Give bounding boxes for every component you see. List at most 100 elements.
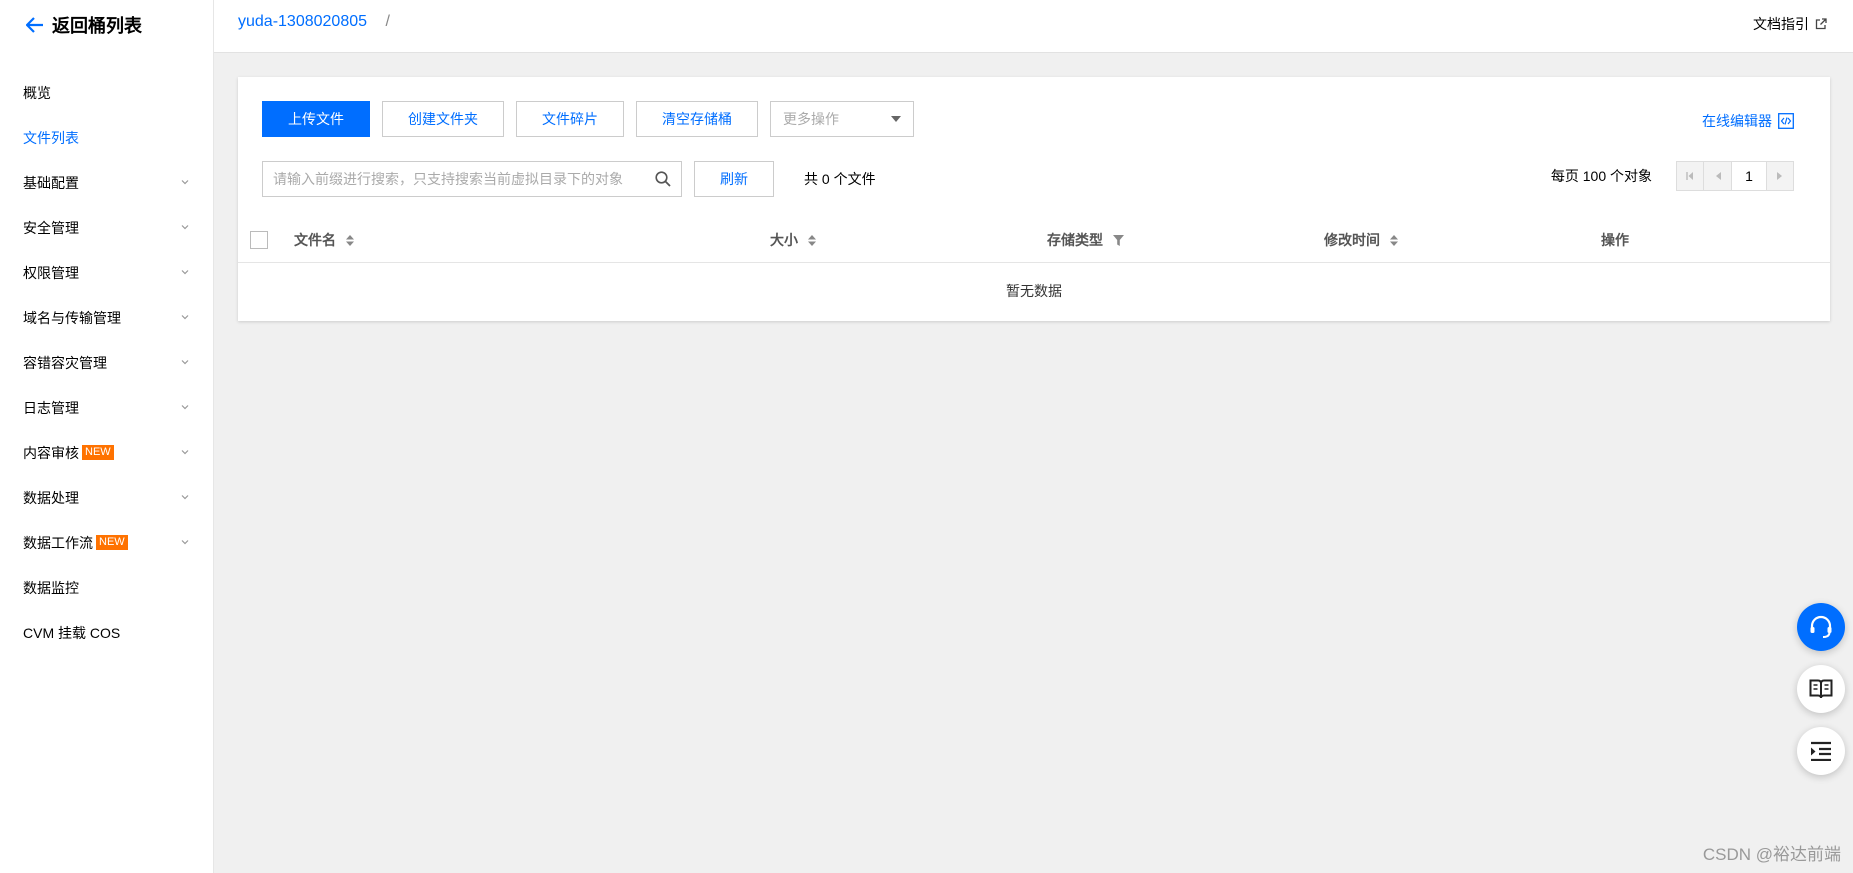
caret-down-icon	[891, 116, 901, 122]
next-page-icon	[1777, 172, 1782, 180]
column-size-label: 大小	[770, 232, 798, 248]
column-modified-time[interactable]: 修改时间	[1324, 217, 1398, 263]
search-row: 刷新 共 0 个文件	[262, 161, 876, 197]
sidebar-item-label: 域名与传输管理	[23, 309, 121, 326]
chevron-down-icon	[181, 315, 189, 320]
column-storage-class-label: 存储类型	[1047, 232, 1103, 248]
sort-icon	[1390, 234, 1398, 246]
watermark: CSDN @裕达前端	[1702, 845, 1841, 864]
sidebar-item-9[interactable]: 数据处理	[0, 475, 213, 520]
pagination: 每页 100 个对象 1	[1551, 161, 1794, 191]
prev-page-icon	[1715, 172, 1721, 180]
column-filename[interactable]: 文件名	[294, 217, 354, 263]
upload-button[interactable]: 上传文件	[262, 101, 370, 137]
sidebar-item-12[interactable]: CVM 挂载 COS	[0, 610, 213, 655]
more-actions-select[interactable]: 更多操作	[770, 101, 914, 137]
new-badge: NEW	[96, 535, 128, 550]
create-folder-button[interactable]: 创建文件夹	[382, 101, 504, 137]
sidebar-item-5[interactable]: 域名与传输管理	[0, 295, 213, 340]
sidebar-item-label: 日志管理	[23, 399, 79, 416]
outline-button[interactable]	[1797, 727, 1845, 775]
first-page-icon	[1686, 172, 1693, 180]
file-fragments-button[interactable]: 文件碎片	[516, 101, 624, 137]
sidebar-item-label: 概览	[23, 84, 51, 101]
sidebar-item-8[interactable]: 内容审核 NEW	[0, 430, 213, 475]
sidebar-item-3[interactable]: 安全管理	[0, 205, 213, 250]
sidebar-item-4[interactable]: 权限管理	[0, 250, 213, 295]
sidebar-item-1[interactable]: 文件列表	[0, 115, 213, 160]
file-count: 共 0 个文件	[804, 171, 876, 187]
breadcrumb-bucket[interactable]: yuda-1308020805	[238, 13, 367, 30]
sidebar-item-7[interactable]: 日志管理	[0, 385, 213, 430]
back-label: 返回桶列表	[52, 16, 142, 36]
next-page-button[interactable]	[1766, 161, 1794, 191]
column-actions-label: 操作	[1601, 232, 1629, 248]
online-editor-link[interactable]: 在线编辑器	[1702, 111, 1794, 131]
chevron-down-icon	[181, 360, 189, 365]
column-modified-time-label: 修改时间	[1324, 232, 1380, 248]
sidebar-item-0[interactable]: 概览	[0, 70, 213, 115]
column-filename-label: 文件名	[294, 232, 336, 248]
docs-button[interactable]	[1797, 665, 1845, 713]
sidebar-item-label: 数据工作流	[23, 534, 93, 551]
chevron-down-icon	[181, 270, 189, 275]
sidebar-item-label: 数据处理	[23, 489, 79, 506]
external-link-icon	[1815, 18, 1827, 30]
sidebar-item-label: 数据监控	[23, 579, 79, 596]
topbar: yuda-1308020805 / 文档指引	[214, 0, 1853, 53]
toolbar: 上传文件 创建文件夹 文件碎片 清空存储桶 更多操作	[262, 101, 914, 137]
column-size[interactable]: 大小	[770, 217, 816, 263]
chevron-down-icon	[181, 225, 189, 230]
clear-bucket-button[interactable]: 清空存储桶	[636, 101, 758, 137]
first-page-button[interactable]	[1676, 161, 1704, 191]
breadcrumb-separator: /	[385, 13, 390, 30]
sidebar-item-6[interactable]: 容错容灾管理	[0, 340, 213, 385]
column-storage-class[interactable]: 存储类型	[1047, 217, 1124, 263]
sidebar-item-11[interactable]: 数据监控	[0, 565, 213, 610]
arrow-left-icon	[26, 17, 43, 33]
chevron-down-icon	[181, 405, 189, 410]
refresh-button[interactable]: 刷新	[694, 161, 774, 197]
chevron-down-icon	[181, 450, 189, 455]
more-actions-label: 更多操作	[783, 111, 839, 127]
sidebar: 返回桶列表 概览文件列表基础配置安全管理权限管理域名与传输管理 容错容灾管理 日志管…	[0, 0, 214, 873]
chevron-down-icon	[181, 495, 189, 500]
indent-list-icon	[1811, 741, 1831, 761]
sidebar-item-label: 内容审核	[23, 444, 79, 461]
sort-icon	[346, 234, 354, 246]
breadcrumb: yuda-1308020805 /	[238, 13, 390, 31]
online-editor-label: 在线编辑器	[1702, 113, 1772, 129]
sidebar-item-label: 基础配置	[23, 174, 79, 191]
chevron-down-icon	[181, 540, 189, 545]
file-list-card: 上传文件 创建文件夹 文件碎片 清空存储桶 更多操作 在线编辑器 刷新 共 0 …	[238, 77, 1830, 321]
doc-guide-label: 文档指引	[1753, 16, 1809, 32]
sort-icon	[808, 234, 816, 246]
filter-icon	[1113, 234, 1124, 246]
sidebar-menu: 概览 文件列表 基础配置 安全管理 权限管理 域名与传输管理 容错容灾管理 日志管理 内容审核 N…	[0, 70, 213, 655]
open-book-icon	[1809, 679, 1833, 699]
search-icon[interactable]	[655, 171, 671, 187]
support-button[interactable]	[1797, 603, 1845, 651]
sidebar-item-10[interactable]: 数据工作流 NEW	[0, 520, 213, 565]
sidebar-item-label: 安全管理	[23, 219, 79, 236]
headset-icon	[1810, 615, 1832, 638]
per-page-label[interactable]: 每页 100 个对象	[1551, 166, 1652, 186]
column-actions: 操作	[1601, 217, 1629, 263]
code-editor-icon	[1778, 113, 1794, 129]
table-header: 文件名 大小 存储类型 修改时间 操作	[238, 217, 1830, 263]
sidebar-item-label: 权限管理	[23, 264, 79, 281]
sidebar-item-label: CVM 挂载 COS	[23, 624, 121, 641]
search-box	[262, 161, 682, 197]
select-all-checkbox[interactable]	[250, 231, 268, 249]
sidebar-item-label: 文件列表	[23, 129, 79, 146]
search-input[interactable]	[273, 171, 655, 187]
prev-page-button[interactable]	[1704, 161, 1732, 191]
chevron-down-icon	[181, 180, 189, 185]
doc-guide-link[interactable]: 文档指引	[1753, 14, 1827, 34]
page-number-input[interactable]: 1	[1732, 161, 1766, 191]
sidebar-item-label: 容错容灾管理	[23, 354, 107, 371]
back-to-bucket-list[interactable]: 返回桶列表	[0, 0, 213, 50]
new-badge: NEW	[82, 445, 114, 460]
empty-state: 暂无数据	[1006, 283, 1062, 299]
sidebar-item-2[interactable]: 基础配置	[0, 160, 213, 205]
